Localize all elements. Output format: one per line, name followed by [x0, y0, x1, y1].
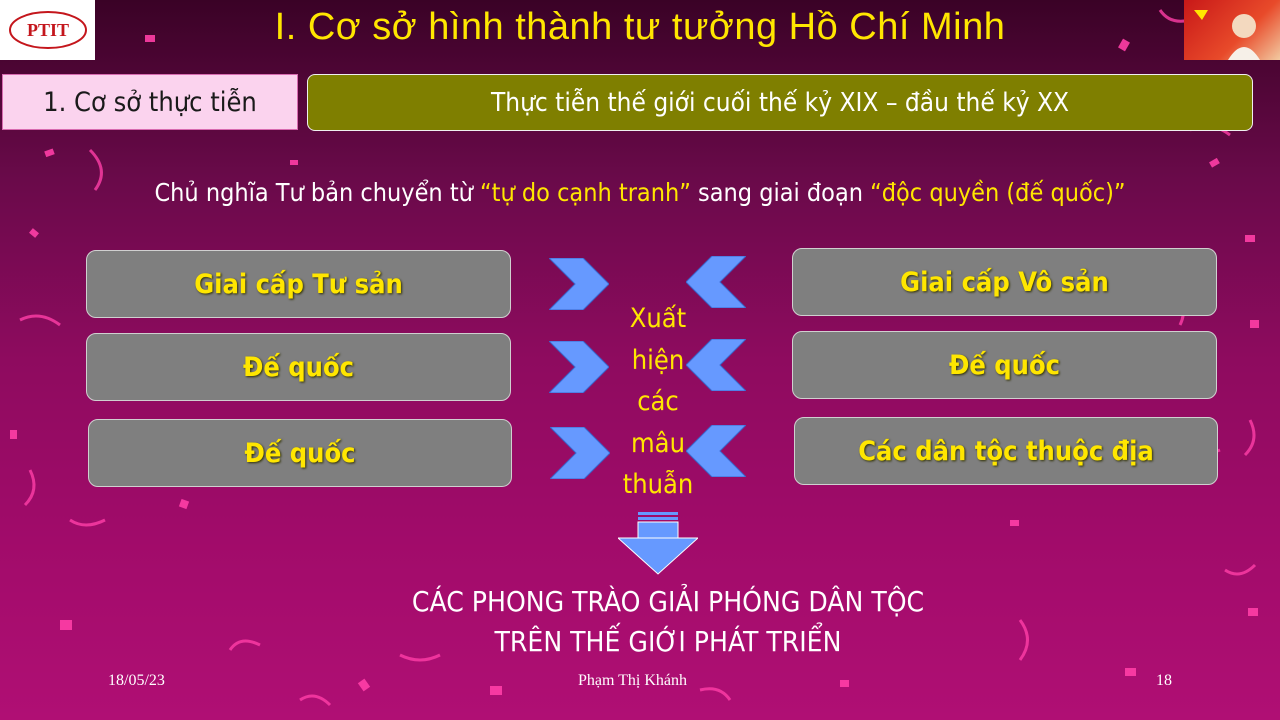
svg-text:PTIT: PTIT — [26, 20, 68, 40]
portrait-image — [1184, 0, 1280, 60]
chevron-right-icon — [549, 341, 609, 393]
logo-emblem-icon: PTIT — [8, 11, 87, 49]
center-line: Xuất — [629, 303, 687, 334]
intro-prefix: Chủ nghĩa Tư bản chuyển từ — [154, 178, 481, 207]
ptit-logo: PTIT — [0, 0, 95, 60]
right-box-proletariat: Giai cấp Vô sản — [792, 248, 1217, 316]
down-arrow-icon — [618, 512, 698, 575]
intro-middle: sang giai đoạn — [690, 178, 871, 207]
result-line-1: CÁC PHONG TRÀO GIẢI PHÓNG DÂN TỘC — [411, 585, 925, 618]
right-box-imperialism: Đế quốc — [792, 331, 1217, 399]
intro-highlight-1: “tự do cạnh tranh” — [480, 178, 691, 207]
contradictions-label: Xuất hiện các mâu thuẫn — [608, 298, 708, 506]
intro-text: Chủ nghĩa Tư bản chuyển từ “tự do cạnh t… — [0, 178, 1280, 207]
center-line: mâu — [631, 427, 685, 459]
footer-page-number: 18 — [1156, 672, 1172, 689]
center-line: hiện — [631, 344, 685, 376]
center-line: thuẫn — [622, 469, 694, 500]
result-text: CÁC PHONG TRÀO GIẢI PHÓNG DÂN TỘC TRÊN T… — [0, 582, 1280, 662]
footer-date: 18/05/23 — [108, 672, 165, 689]
center-line: các — [637, 386, 679, 417]
left-box-imperialism-1: Đế quốc — [86, 333, 511, 401]
section-banner: Thực tiễn thế giới cuối thế kỷ XIX – đầu… — [307, 74, 1253, 131]
footer-author: Phạm Thị Khánh — [578, 672, 688, 689]
left-box-imperialism-2: Đế quốc — [88, 419, 512, 487]
result-line-2: TRÊN THẾ GIỚI PHÁT TRIỂN — [494, 625, 842, 658]
chevron-right-icon — [550, 427, 610, 479]
right-box-colonial-peoples: Các dân tộc thuộc địa — [794, 417, 1218, 485]
section-tag: 1. Cơ sở thực tiễn — [2, 74, 298, 130]
slide-title: I. Cơ sở hình thành tư tưởng Hồ Chí Minh — [274, 6, 1006, 48]
left-box-bourgeoisie: Giai cấp Tư sản — [86, 250, 511, 318]
intro-highlight-2: “độc quyền (đế quốc)” — [870, 178, 1126, 207]
chevron-right-icon — [549, 258, 609, 310]
